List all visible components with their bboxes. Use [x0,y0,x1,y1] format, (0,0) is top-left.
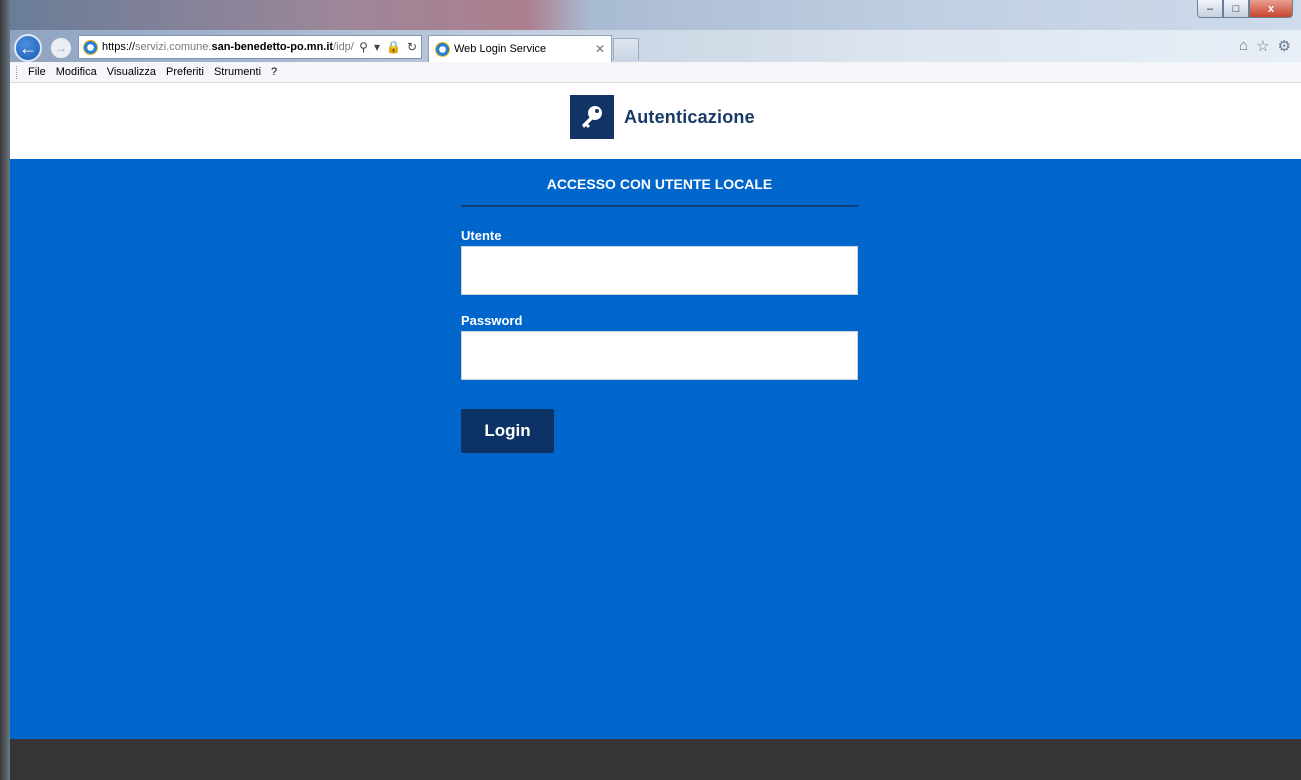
form-title: ACCESSO CON UTENTE LOCALE [461,176,858,207]
new-tab-button[interactable] [613,38,639,60]
page-header: Autenticazione [10,83,1301,159]
username-label: Utente [461,228,502,243]
close-button[interactable]: x [1249,0,1293,18]
password-input[interactable] [461,331,858,380]
brand: Autenticazione [570,95,755,139]
ie-icon [435,41,450,57]
titlebar-background [10,0,1301,30]
page-footer [10,739,1301,780]
menu-item-file[interactable]: File [28,66,46,78]
url-scheme: https:// [102,41,136,53]
lock-icon[interactable]: 🔒 [386,40,401,54]
menu-grip [16,66,19,79]
tab-web-login-service[interactable]: Web Login Service ✕ [428,35,612,62]
window-edge [0,0,10,780]
menu-item-visualizza[interactable]: Visualizza [107,66,156,78]
login-button[interactable]: Login [461,409,554,453]
arrow-right-icon: → [55,41,67,55]
address-bar[interactable]: https:// servizi.comune. san-benedetto-p… [78,35,422,59]
url-domain: san-benedetto-po.mn.it [211,41,334,53]
window-controls: – □ x [1197,0,1293,18]
password-label: Password [461,313,523,328]
maximize-button[interactable]: □ [1223,0,1249,18]
menu-bar: File Modifica Visualizza Preferiti Strum… [10,62,1301,83]
forward-button[interactable]: → [50,37,72,59]
tab-title: Web Login Service [454,43,547,55]
gear-icon[interactable]: ⚙ [1278,37,1291,55]
page-title: Autenticazione [624,106,755,127]
url-path: /idp/ [333,41,354,53]
arrow-left-icon: ← [19,37,37,58]
menu-item-strumenti[interactable]: Strumenti [214,66,261,78]
web-page: Autenticazione ACCESSO CON UTENTE LOCALE… [10,83,1301,780]
ie-icon [83,39,98,55]
login-area: ACCESSO CON UTENTE LOCALE Utente Passwor… [10,159,1301,739]
star-icon[interactable]: ☆ [1256,37,1269,55]
minimize-button[interactable]: – [1197,0,1223,18]
address-tools: ⚲ ▾ 🔒 ↻ [355,40,417,54]
search-icon[interactable]: ⚲ [359,40,368,54]
key-icon [570,95,614,139]
tab-close-icon[interactable]: ✕ [595,42,605,56]
menu-item-help[interactable]: ? [271,66,277,78]
login-form: ACCESSO CON UTENTE LOCALE Utente Passwor… [461,159,858,453]
browser-toolbar-icons: ⌂ ☆ ⚙ [1239,37,1291,55]
back-button[interactable]: ← [14,34,42,62]
dropdown-icon[interactable]: ▾ [374,40,380,54]
menu-item-preferiti[interactable]: Preferiti [166,66,204,78]
menu-item-modifica[interactable]: Modifica [56,66,97,78]
refresh-icon[interactable]: ↻ [407,40,417,54]
url-subdomain: servizi.comune. [135,41,212,53]
username-input[interactable] [461,246,858,295]
home-icon[interactable]: ⌂ [1239,37,1248,55]
